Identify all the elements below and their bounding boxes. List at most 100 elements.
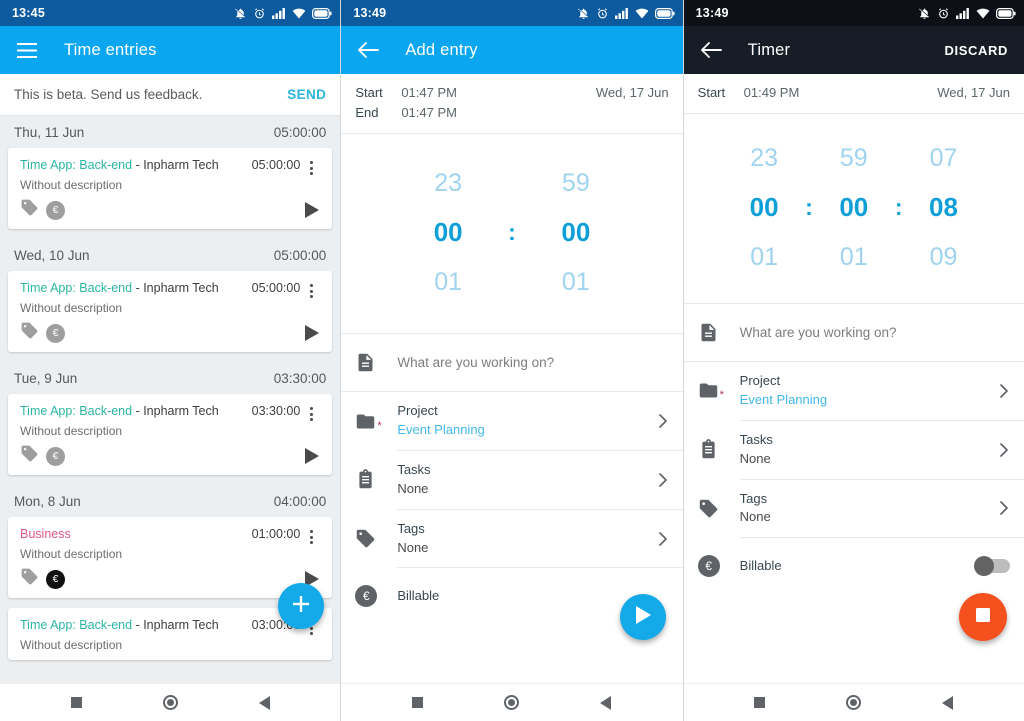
back-button[interactable] [937, 692, 959, 714]
chevron-right-icon[interactable] [990, 500, 1010, 516]
tasks-row[interactable]: Tasks None [341, 451, 682, 509]
recents-button[interactable] [65, 692, 87, 714]
hours-column[interactable]: 23 00 01 [727, 134, 801, 282]
back-arrow-icon[interactable] [698, 37, 724, 63]
time-entry-card[interactable]: Time App: Back-end - Inpharm Tech 03:30:… [8, 394, 333, 475]
euro-badge-glyph: € [697, 555, 720, 578]
chevron-right-icon[interactable] [649, 472, 669, 488]
entry-play-icon[interactable] [302, 325, 322, 341]
entry-date[interactable]: Wed, 17 Jun [937, 83, 1010, 103]
chevron-right-icon[interactable] [649, 413, 669, 429]
duration-picker[interactable]: 23 00 01 : 59 00 01 [341, 134, 683, 335]
entry-overflow-menu-icon[interactable] [300, 280, 322, 298]
recents-button[interactable] [749, 692, 771, 714]
entry-badges: € [20, 198, 302, 222]
android-nav-bar [341, 683, 683, 721]
stop-timer-fab[interactable] [958, 593, 1007, 641]
description-input[interactable]: What are you working on? [397, 344, 668, 382]
recents-button[interactable] [407, 692, 429, 714]
send-feedback-button[interactable]: SEND [287, 87, 326, 102]
start-value[interactable]: 01:49 PM [744, 83, 938, 103]
billable-badge[interactable]: € [46, 323, 65, 343]
time-entry-card[interactable]: Business 01:00:00 Without description € [8, 517, 333, 598]
wifi-icon [635, 7, 649, 19]
discard-button[interactable]: DISCARD [945, 43, 1008, 58]
hours-selected: 00 [433, 217, 463, 248]
home-button[interactable] [501, 692, 523, 714]
description-row[interactable]: What are you working on? [683, 304, 1024, 363]
entry-project: Time App: Back-end - Inpharm Tech [20, 280, 252, 297]
page-title: Time entries [64, 40, 157, 59]
tag-icon [355, 528, 397, 549]
entry-overflow-menu-icon[interactable] [300, 526, 322, 544]
tags-label: Tags [739, 490, 768, 506]
entries-scroll-area[interactable]: This is beta. Send us feedback. SEND Thu… [0, 74, 341, 683]
android-nav-bar [0, 683, 341, 721]
description-input[interactable]: What are you working on? [740, 314, 1010, 352]
seconds-above: 07 [929, 143, 958, 172]
tags-row[interactable]: Tags None [684, 480, 1024, 538]
duration-picker[interactable]: 23 00 01 : 59 00 01 : 07 08 09 [683, 114, 1024, 305]
start-value[interactable]: 01:47 PM [401, 83, 596, 103]
chevron-right-icon[interactable] [990, 383, 1010, 399]
entry-play-icon[interactable] [302, 202, 322, 218]
tag-icon[interactable] [20, 321, 39, 345]
hours-above: 23 [750, 143, 779, 172]
signal-icon [614, 7, 629, 19]
minutes-above: 59 [561, 168, 590, 197]
home-button[interactable] [843, 692, 865, 714]
back-button[interactable] [253, 692, 275, 714]
day-header: Tue, 9 Jun 03:30:00 [0, 362, 341, 394]
chevron-right-icon[interactable] [649, 531, 669, 547]
billable-badge[interactable]: € [46, 569, 65, 589]
tag-icon[interactable] [20, 444, 39, 468]
euro-badge-glyph: € [355, 585, 378, 608]
entry-duration: 03:30:00 [251, 404, 301, 418]
time-entry-card[interactable]: Time App: Back-end - Inpharm Tech 05:00:… [8, 271, 333, 352]
entry-date[interactable]: Wed, 17 Jun [596, 83, 669, 123]
chevron-right-icon[interactable] [990, 442, 1010, 458]
entry-play-icon[interactable] [302, 448, 322, 464]
wifi-icon [976, 7, 990, 19]
minutes-column[interactable]: 59 00 01 [520, 159, 632, 307]
hamburger-menu-icon[interactable] [14, 37, 40, 63]
tag-icon[interactable] [20, 198, 39, 222]
back-button[interactable] [595, 692, 617, 714]
tasks-row[interactable]: Tasks None [684, 421, 1024, 479]
status-clock: 13:49 [353, 6, 387, 20]
alarm-icon [253, 7, 266, 20]
project-row[interactable]: * Project Event Planning [341, 392, 682, 450]
back-arrow-icon[interactable] [355, 37, 381, 63]
description-placeholder: What are you working on? [397, 354, 555, 370]
entry-overflow-menu-icon[interactable] [300, 157, 322, 175]
end-value[interactable]: 01:47 PM [401, 103, 596, 123]
time-summary-values: 01:47 PM 01:47 PM [401, 83, 596, 123]
plus-icon [291, 594, 311, 619]
signal-icon [955, 7, 970, 19]
entry-project-name: Time App: Back-end [20, 158, 133, 172]
hours-column[interactable]: 23 00 01 [392, 159, 504, 307]
tags-fields: Tags None [397, 510, 648, 568]
app-bar: Time entries [0, 26, 341, 74]
time-summary[interactable]: Start End 01:47 PM 01:47 PM Wed, 17 Jun [341, 74, 683, 135]
time-entry-card[interactable]: Time App: Back-end - Inpharm Tech 05:00:… [8, 148, 333, 229]
tag-icon[interactable] [20, 567, 39, 591]
entry-overflow-menu-icon[interactable] [300, 403, 322, 421]
status-clock: 13:45 [12, 6, 45, 20]
entry-client-name: - Inpharm Tech [132, 158, 219, 172]
billable-badge[interactable]: € [46, 446, 65, 466]
status-bar: 13:49 [683, 0, 1024, 26]
project-row[interactable]: * Project Event Planning [684, 362, 1024, 420]
entry-duration: 05:00:00 [251, 281, 301, 295]
add-entry-fab[interactable] [278, 583, 325, 629]
billable-badge[interactable]: € [46, 200, 65, 220]
tags-row[interactable]: Tags None [341, 510, 682, 568]
description-row[interactable]: What are you working on? [341, 334, 683, 393]
billable-row[interactable]: € Billable [684, 538, 1024, 594]
start-timer-fab[interactable] [619, 594, 666, 640]
time-summary[interactable]: Start 01:49 PM Wed, 17 Jun [683, 74, 1024, 115]
billable-toggle[interactable] [966, 556, 1010, 577]
home-button[interactable] [159, 692, 181, 714]
seconds-column[interactable]: 07 08 09 [906, 134, 980, 282]
minutes-column[interactable]: 59 00 01 [817, 134, 891, 282]
